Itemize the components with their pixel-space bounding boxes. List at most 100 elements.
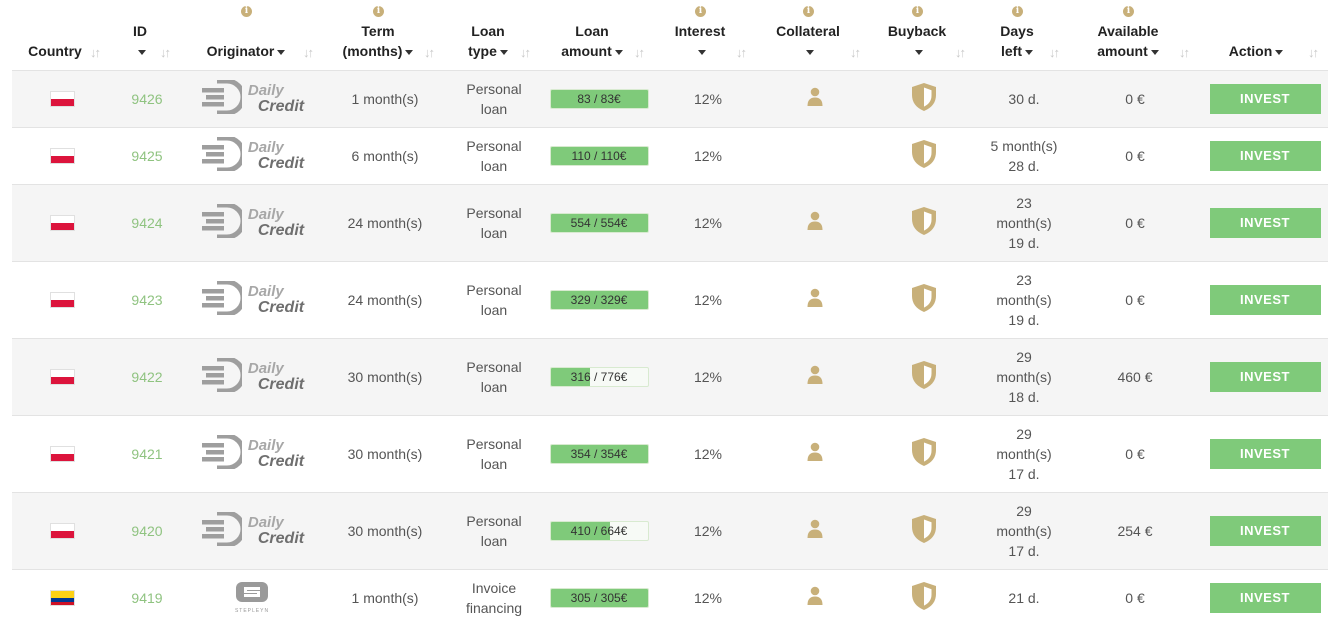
loan-id-link[interactable]: 9422 — [131, 367, 162, 387]
column-header-interest[interactable]: i Interest — [664, 0, 736, 70]
days-left-line: month(s) — [996, 523, 1052, 539]
loan-id-link[interactable]: 9423 — [131, 290, 162, 310]
info-icon[interactable]: i — [912, 6, 923, 17]
sort-icon[interactable]: ↓↑ — [1049, 45, 1060, 60]
originator-cell: Daily Credit — [192, 71, 312, 127]
action-cell: INVEST — [1202, 570, 1328, 626]
column-label: amount — [561, 43, 612, 59]
table-row[interactable]: 9420 Daily Credit 30 month(s) Personal loan 41… — [12, 492, 1328, 569]
loan-id-link[interactable]: 9425 — [131, 146, 162, 166]
daily-credit-mark-icon — [200, 135, 246, 176]
column-label: Days — [1000, 23, 1034, 39]
loan-id-link[interactable]: 9420 — [131, 521, 162, 541]
invest-button[interactable]: INVEST — [1209, 285, 1321, 315]
sort-icon[interactable]: ↓↑ — [160, 45, 171, 60]
logo-line: Credit — [257, 98, 305, 115]
sort-icon[interactable]: ↓↑ — [955, 45, 966, 60]
table-row[interactable]: 9424 Daily Credit 24 month(s) Personal loan 55… — [12, 184, 1328, 261]
info-icon[interactable]: i — [695, 6, 706, 17]
interest-value: 12% — [693, 523, 723, 539]
column-header-loan-type[interactable]: Loan type — [456, 0, 520, 70]
table-row[interactable]: 9426 Daily Credit 1 month(s) Personal loan 83 … — [12, 70, 1328, 127]
loan-id-cell: 9426 — [120, 71, 174, 127]
info-icon[interactable]: i — [373, 6, 384, 17]
loan-id-cell: 9421 — [120, 416, 174, 492]
invest-button[interactable]: INVEST — [1209, 516, 1321, 546]
sort-icon[interactable]: ↓↑ — [850, 45, 861, 60]
action-cell: INVEST — [1202, 493, 1328, 569]
interest-value: 12% — [693, 446, 723, 462]
loan-type-value: Personal loan — [466, 511, 521, 551]
person-icon — [807, 442, 823, 467]
loan-type-line: loan — [480, 101, 508, 117]
column-header-term[interactable]: i Term (months) — [334, 0, 422, 70]
invest-button[interactable]: INVEST — [1209, 84, 1321, 114]
loan-id-cell: 9424 — [120, 185, 174, 261]
invest-button[interactable]: INVEST — [1209, 439, 1321, 469]
daily-credit-logo: Daily Credit — [200, 510, 304, 551]
invest-button[interactable]: INVEST — [1209, 208, 1321, 238]
column-label: Originator — [206, 43, 275, 59]
caret-down-icon — [274, 43, 286, 59]
loan-id-cell: 9425 — [120, 128, 174, 184]
buyback-cell — [880, 71, 968, 127]
loan-id-link[interactable]: 9419 — [131, 588, 162, 608]
column-header-loan-amount[interactable]: Loan amount — [552, 0, 632, 70]
sort-icon[interactable]: ↓↑ — [634, 45, 645, 60]
loan-id-link[interactable]: 9426 — [131, 89, 162, 109]
loan-progress-bar: 316 / 776€ — [549, 367, 649, 387]
days-left-line: 23 — [1016, 195, 1032, 211]
sort-icon[interactable]: ↓↑ — [303, 45, 314, 60]
info-icon[interactable]: i — [1012, 6, 1023, 17]
collateral-cell — [772, 416, 858, 492]
info-icon[interactable]: i — [241, 6, 252, 17]
loan-progress-bar: 83 / 83€ — [549, 89, 649, 109]
invest-button[interactable]: INVEST — [1209, 362, 1321, 392]
table-row[interactable]: 9425 Daily Credit 6 month(s) Personal loan 110… — [12, 127, 1328, 184]
sort-icon[interactable]: ↓↑ — [1308, 45, 1319, 60]
column-header-action[interactable]: Action — [1222, 0, 1290, 70]
days-left-line: 19 d. — [1008, 235, 1040, 251]
column-header-days-left[interactable]: i Days left — [990, 0, 1044, 70]
column-header-id[interactable]: ID — [118, 0, 162, 70]
available-amount-cell: 0 € — [1090, 185, 1180, 261]
column-header-originator[interactable]: i Originator — [196, 0, 296, 70]
column-label: (months) — [342, 43, 403, 59]
logo-line: Daily — [247, 360, 284, 377]
table-row[interactable]: 9419 STEPLEYN 1 month(s) Invoice financing 30… — [12, 569, 1328, 626]
available-amount-value: 0 € — [1125, 215, 1145, 231]
table-row[interactable]: 9423 Daily Credit 24 month(s) Personal loan 32… — [12, 261, 1328, 338]
buyback-cell — [880, 493, 968, 569]
loan-id-link[interactable]: 9424 — [131, 213, 162, 233]
loan-id-link[interactable]: 9421 — [131, 444, 162, 464]
column-header-available-amount[interactable]: i Available amount — [1088, 0, 1168, 70]
action-cell: INVEST — [1202, 128, 1328, 184]
sort-icon[interactable]: ↓↑ — [736, 45, 747, 60]
invest-button[interactable]: INVEST — [1209, 141, 1321, 171]
daily-credit-logo: Daily Credit — [200, 433, 304, 474]
sort-icon[interactable]: ↓↑ — [1179, 45, 1190, 60]
column-label: type — [468, 43, 497, 59]
column-header-collateral[interactable]: i Collateral — [770, 0, 846, 70]
sort-icon[interactable]: ↓↑ — [520, 45, 531, 60]
loan-amount-cell: 354 / 354€ — [548, 416, 650, 492]
column-header-buyback[interactable]: i Buyback — [880, 0, 954, 70]
available-amount-value: 0 € — [1125, 590, 1145, 606]
table-row[interactable]: 9421 Daily Credit 30 month(s) Personal loan 35… — [12, 415, 1328, 492]
interest-value: 12% — [693, 590, 723, 606]
stepline-mark-icon — [235, 581, 269, 608]
sort-icon[interactable]: ↓↑ — [90, 45, 101, 60]
loans-table: Country ↓↑ ID ↓↑ i Originator ↓↑ i Term … — [0, 0, 1332, 616]
flag-icon — [49, 446, 75, 462]
invest-button[interactable]: INVEST — [1209, 583, 1321, 613]
originator-cell: Daily Credit — [192, 185, 312, 261]
table-row[interactable]: 9422 Daily Credit 30 month(s) Personal loan 31… — [12, 338, 1328, 415]
term-cell: 6 month(s) — [332, 128, 438, 184]
loan-id-cell: 9422 — [120, 339, 174, 415]
buyback-cell — [880, 128, 968, 184]
column-header-country[interactable]: Country — [14, 0, 96, 70]
interest-cell: 12% — [668, 339, 748, 415]
sort-icon[interactable]: ↓↑ — [424, 45, 435, 60]
info-icon[interactable]: i — [803, 6, 814, 17]
info-icon[interactable]: i — [1123, 6, 1134, 17]
